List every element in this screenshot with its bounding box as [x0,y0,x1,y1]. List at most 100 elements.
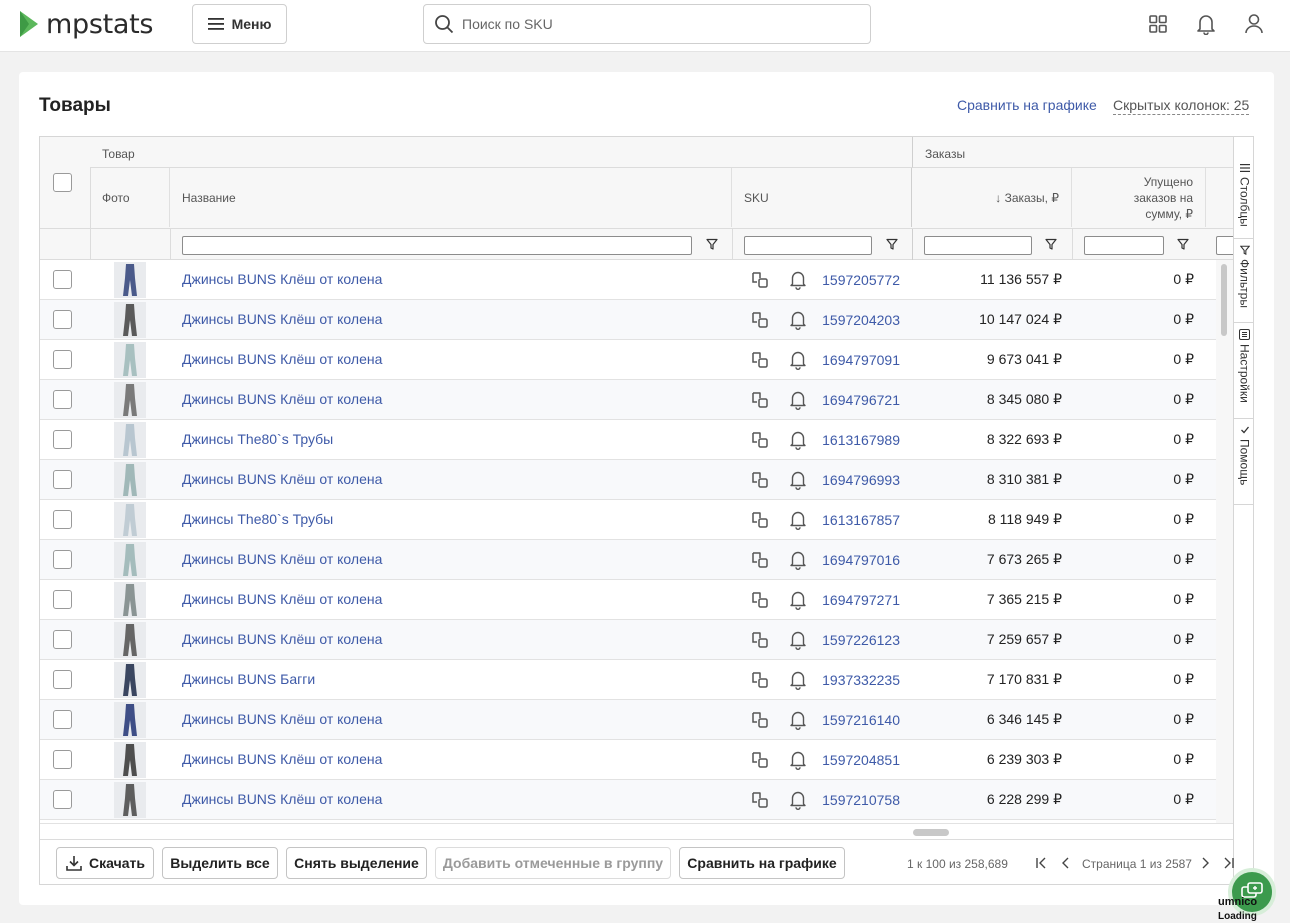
row-checkbox[interactable] [53,670,72,689]
copy-sku-icon[interactable] [750,430,770,450]
sku-link[interactable]: 1694797271 [800,592,900,608]
product-photo[interactable] [114,462,146,498]
product-photo[interactable] [114,702,146,738]
hidden-columns-toggle[interactable]: Скрытых колонок: 25 [1113,97,1250,115]
product-name-link[interactable]: Джинсы BUNS Клёш от колена [182,551,382,567]
product-photo[interactable] [114,782,146,818]
product-name-link[interactable]: Джинсы BUNS Клёш от колена [182,391,382,407]
name-filter-icon[interactable] [706,238,718,250]
tab-help[interactable]: Помощь [1234,419,1253,505]
product-photo[interactable] [114,422,146,458]
row-checkbox[interactable] [53,510,72,529]
orders-filter-input[interactable] [924,236,1032,255]
product-name-link[interactable]: Джинсы BUNS Клёш от колена [182,791,382,807]
sku-link[interactable]: 1694797091 [800,352,900,368]
product-photo[interactable] [114,342,146,378]
sku-link[interactable]: 1694797016 [800,552,900,568]
deselect-button[interactable]: Снять выделение [286,847,427,879]
copy-sku-icon[interactable] [750,710,770,730]
sku-link[interactable]: 1937332235 [800,672,900,688]
row-checkbox[interactable] [53,310,72,329]
copy-sku-icon[interactable] [750,310,770,330]
compare-chart-button[interactable]: Сравнить на графике [679,847,845,879]
copy-sku-icon[interactable] [750,270,770,290]
copy-sku-icon[interactable] [750,790,770,810]
sku-link[interactable]: 1694796993 [800,472,900,488]
sku-filter-icon[interactable] [886,238,898,250]
product-name-link[interactable]: Джинсы BUNS Клёш от колена [182,631,382,647]
product-photo[interactable] [114,622,146,658]
last-page-icon[interactable] [1222,856,1236,870]
table-row[interactable]: Джинсы BUNS Багги 1937332235 7 170 831 ₽ 0 … [40,660,1216,700]
sku-link[interactable]: 1597210758 [800,792,900,808]
sku-link[interactable]: 1613167857 [800,512,900,528]
orders-filter-icon[interactable] [1045,238,1057,250]
apps-icon[interactable] [1146,12,1170,36]
table-row[interactable]: Джинсы BUNS Клёш от колена 1597204203 10 1… [40,300,1216,340]
copy-sku-icon[interactable] [750,470,770,490]
copy-sku-icon[interactable] [750,750,770,770]
row-checkbox[interactable] [53,470,72,489]
product-photo[interactable] [114,502,146,538]
copy-sku-icon[interactable] [750,550,770,570]
sku-link[interactable]: 1597216140 [800,712,900,728]
sku-link[interactable]: 1597204203 [800,312,900,328]
copy-sku-icon[interactable] [750,390,770,410]
sku-link[interactable]: 1597226123 [800,632,900,648]
table-row[interactable]: Джинсы BUNS Клёш от колена 1597210758 6 22… [40,780,1216,820]
row-checkbox[interactable] [53,630,72,649]
row-checkbox[interactable] [53,270,72,289]
product-name-link[interactable]: Джинсы BUNS Клёш от колена [182,271,382,287]
row-checkbox[interactable] [53,790,72,809]
product-name-link[interactable]: Джинсы BUNS Клёш от колена [182,711,382,727]
column-header-sku[interactable]: SKU [732,168,912,227]
copy-sku-icon[interactable] [750,630,770,650]
copy-sku-icon[interactable] [750,510,770,530]
notifications-bell-icon[interactable] [1194,12,1218,36]
table-row[interactable]: Джинсы BUNS Клёш от колена 1597205772 11 1… [40,260,1216,300]
product-name-link[interactable]: Джинсы BUNS Клёш от колена [182,471,382,487]
tab-columns[interactable]: Столбцы [1234,157,1253,239]
select-all-button[interactable]: Выделить все [162,847,278,879]
row-checkbox[interactable] [53,350,72,369]
table-row[interactable]: Джинсы BUNS Клёш от колена 1694797271 7 36… [40,580,1216,620]
product-name-link[interactable]: Джинсы The80`s Трубы [182,511,333,527]
logo[interactable]: mpstats [18,8,154,40]
sku-link[interactable]: 1613167989 [800,432,900,448]
select-all-checkbox[interactable] [53,173,72,192]
table-row[interactable]: Джинсы BUNS Клёш от колена 1597226123 7 25… [40,620,1216,660]
row-checkbox[interactable] [53,750,72,769]
row-checkbox[interactable] [53,430,72,449]
chat-widget-button[interactable] [1228,868,1276,916]
menu-button[interactable]: Меню [192,4,287,44]
table-row[interactable]: Джинсы BUNS Клёш от колена 1597204851 6 23… [40,740,1216,780]
row-checkbox[interactable] [53,550,72,569]
next-page-icon[interactable] [1198,856,1212,870]
tab-settings[interactable]: Настройки [1234,323,1253,419]
product-name-link[interactable]: Джинсы BUNS Клёш от колена [182,311,382,327]
missed-filter-input[interactable] [1084,236,1164,255]
download-button[interactable]: Скачать [56,847,154,879]
product-name-link[interactable]: Джинсы BUNS Клёш от колена [182,591,382,607]
product-photo[interactable] [114,262,146,298]
product-photo[interactable] [114,542,146,578]
tab-filters[interactable]: Фильтры [1234,239,1253,323]
horizontal-scrollbar[interactable] [40,823,1233,839]
product-photo[interactable] [114,662,146,698]
row-checkbox[interactable] [53,590,72,609]
sku-link[interactable]: 1597204851 [800,752,900,768]
compare-on-chart-link[interactable]: Сравнить на графике [957,97,1097,113]
product-name-link[interactable]: Джинсы The80`s Трубы [182,431,333,447]
sku-filter-input[interactable] [744,236,872,255]
vertical-scrollbar[interactable] [1216,260,1233,824]
product-name-link[interactable]: Джинсы BUNS Клёш от колена [182,751,382,767]
row-checkbox[interactable] [53,710,72,729]
table-row[interactable]: Джинсы The80`s Трубы 1613167857 8 118 949 … [40,500,1216,540]
copy-sku-icon[interactable] [750,590,770,610]
column-header-missed-orders[interactable]: Упущено заказов на сумму, ₽ [1072,168,1206,227]
row-checkbox[interactable] [53,390,72,409]
column-header-orders[interactable]: ↓ Заказы, ₽ [912,168,1072,227]
product-photo[interactable] [114,742,146,778]
product-name-link[interactable]: Джинсы BUNS Клёш от колена [182,351,382,367]
product-photo[interactable] [114,302,146,338]
